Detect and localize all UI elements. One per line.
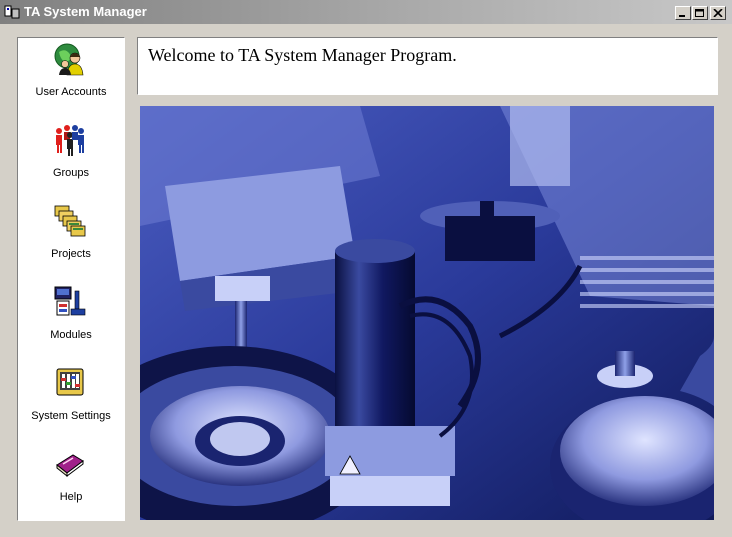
help-book-icon — [56, 454, 84, 478]
sidebar-item-label: Modules — [50, 329, 92, 341]
sidebar: User Accounts Groups Projects Modules Sy… — [17, 37, 125, 521]
user-accounts-icon — [54, 43, 84, 76]
sidebar-item-help[interactable]: Help — [18, 447, 124, 523]
sidebar-item-projects[interactable]: Projects — [18, 204, 124, 280]
maximize-button[interactable] — [692, 6, 708, 20]
system-settings-icon — [56, 368, 84, 396]
sidebar-item-label: System Settings — [31, 410, 111, 422]
sidebar-item-user-accounts[interactable]: User Accounts — [18, 42, 124, 118]
close-icon — [713, 9, 723, 17]
welcome-message: Welcome to TA System Manager Program. — [148, 45, 457, 65]
sidebar-item-label: Projects — [51, 248, 91, 260]
sidebar-item-label: Help — [59, 491, 83, 503]
app-window: TA System Manager User Accounts Groups P… — [0, 0, 732, 537]
instrument-image — [140, 106, 714, 520]
title-bar[interactable]: TA System Manager — [0, 0, 732, 24]
modules-icon — [54, 286, 86, 316]
minimize-icon — [679, 15, 685, 17]
welcome-panel: Welcome to TA System Manager Program. — [137, 37, 718, 95]
minimize-button[interactable] — [675, 6, 691, 20]
app-icon — [4, 5, 20, 19]
projects-icon — [54, 205, 86, 237]
close-button[interactable] — [710, 6, 726, 20]
sidebar-item-groups[interactable]: Groups — [18, 123, 124, 199]
sidebar-item-modules[interactable]: Modules — [18, 285, 124, 361]
maximize-icon — [695, 9, 704, 17]
sidebar-item-label: User Accounts — [35, 86, 107, 98]
instrument-photo — [140, 106, 714, 520]
sidebar-item-label: Groups — [52, 167, 90, 179]
window-title: TA System Manager — [24, 4, 147, 19]
groups-icon — [56, 125, 84, 156]
sidebar-item-system-settings[interactable]: System Settings — [18, 366, 124, 442]
